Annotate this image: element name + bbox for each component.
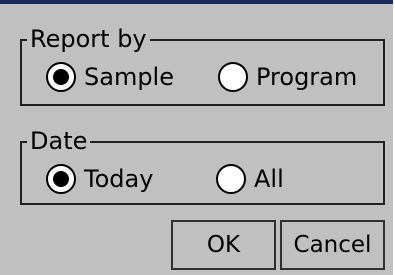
radio-today[interactable]: Today <box>46 161 153 197</box>
radio-today-label: Today <box>84 165 154 193</box>
radio-program-label: Program <box>256 63 358 91</box>
radio-sample[interactable]: Sample <box>46 59 174 95</box>
radio-program[interactable]: Program <box>218 59 357 95</box>
report-by-title: Report by <box>27 25 150 53</box>
radio-unselected-icon <box>218 62 248 92</box>
radio-selected-icon <box>46 62 76 92</box>
radio-unselected-icon <box>216 164 246 194</box>
title-bar-edge <box>0 0 393 4</box>
cancel-button[interactable]: Cancel <box>280 220 385 270</box>
radio-all[interactable]: All <box>216 161 284 197</box>
report-dialog: Report by Sample Program Date Today All … <box>0 0 393 275</box>
radio-selected-icon <box>46 164 76 194</box>
radio-sample-label: Sample <box>84 63 174 91</box>
radio-all-label: All <box>254 165 284 193</box>
date-title: Date <box>27 127 91 155</box>
ok-button[interactable]: OK <box>171 220 276 270</box>
